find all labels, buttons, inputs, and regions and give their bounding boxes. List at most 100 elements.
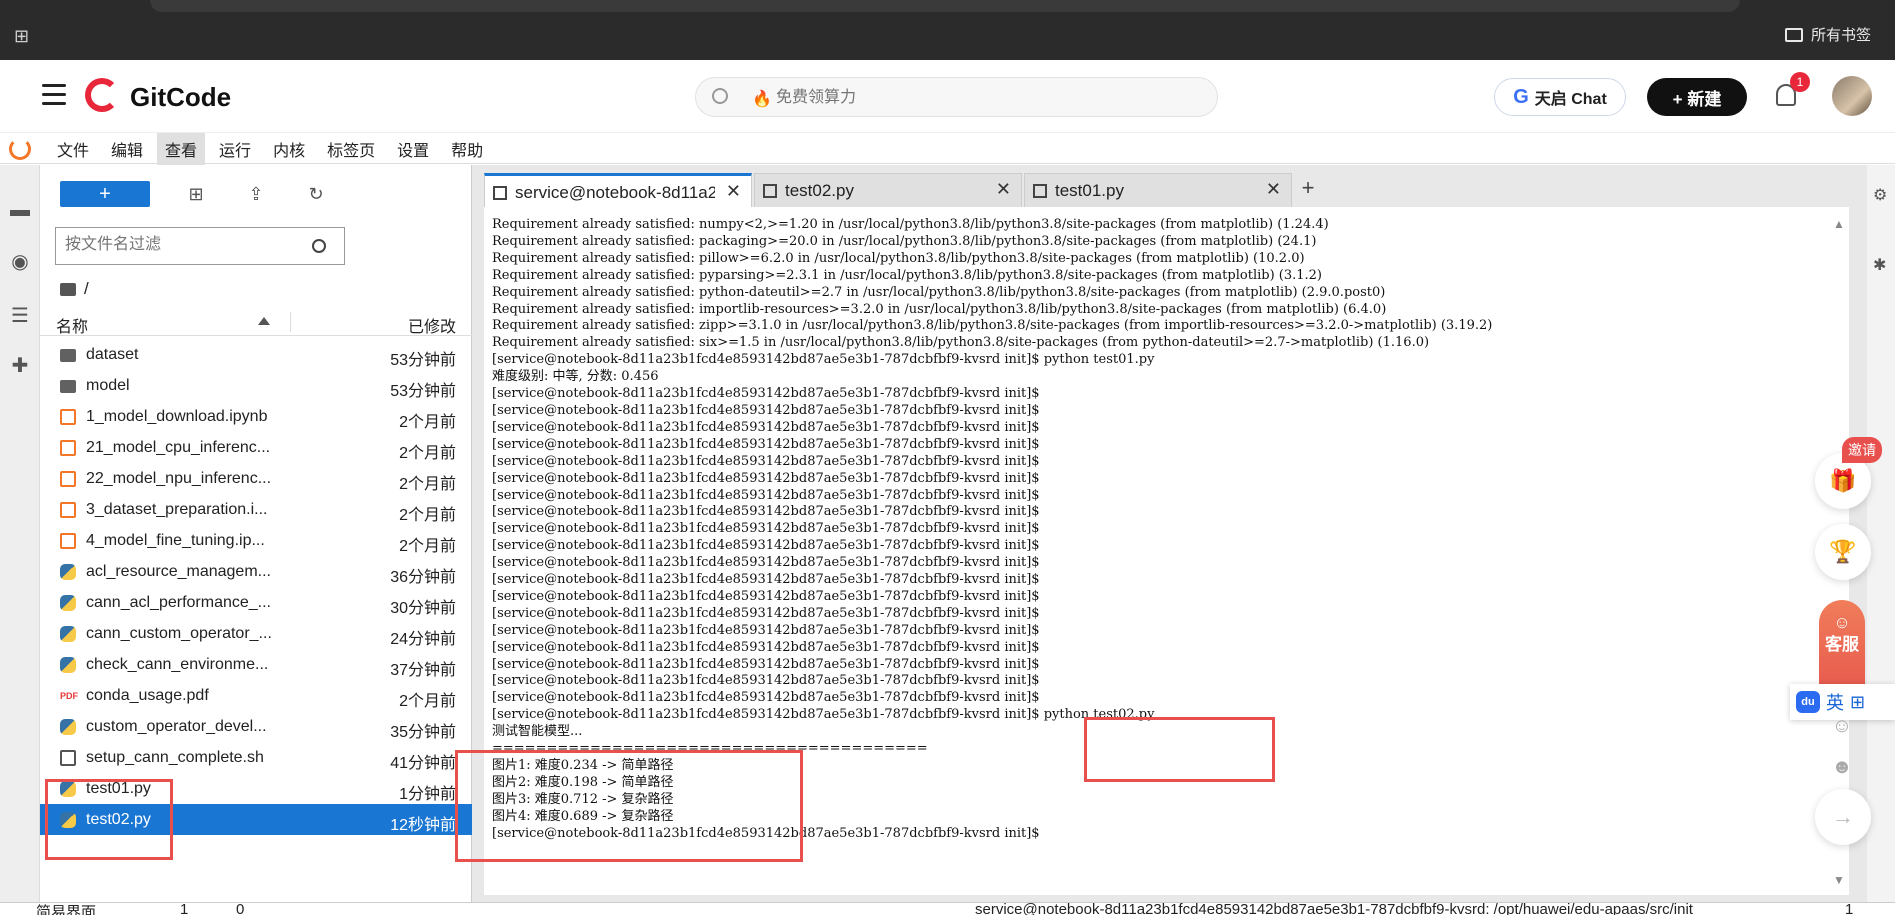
file-row[interactable]: check_cann_environme... 37分钟前 xyxy=(40,649,472,680)
menu-tabs[interactable]: 标签页 xyxy=(319,133,383,165)
file-name: setup_cann_complete.sh xyxy=(86,749,264,766)
terminal-line: [service@notebook-8d11a23b1fcd4e8593142b… xyxy=(492,419,1040,435)
site-search[interactable]: 🔥 xyxy=(695,77,1218,117)
scroll-down-icon[interactable]: ▼ xyxy=(1833,873,1845,887)
file-modified: 53分钟前 xyxy=(390,352,456,369)
terminal-line: Requirement already satisfied: python-da… xyxy=(492,284,1386,300)
gitcode-logo-text[interactable]: GitCode xyxy=(130,82,231,113)
python-icon xyxy=(60,595,76,611)
file-list-header: 名称 已修改 xyxy=(40,308,472,336)
file-filter[interactable] xyxy=(55,227,345,265)
terminal-line: [service@notebook-8d11a23b1fcd4e8593142b… xyxy=(492,639,1040,655)
file-row[interactable]: 22_model_npu_inferenc... 2个月前 xyxy=(40,463,472,494)
close-icon[interactable]: ✕ xyxy=(996,179,1011,200)
pdf-icon: PDF xyxy=(60,691,78,701)
file-row[interactable]: 3_dataset_preparation.i... 2个月前 xyxy=(40,494,472,525)
scroll-up-icon[interactable]: ▲ xyxy=(1833,217,1845,231)
file-row[interactable]: model 53分钟前 xyxy=(40,370,472,401)
menu-edit[interactable]: 编辑 xyxy=(103,133,151,165)
apps-grid-icon[interactable]: ⊞ xyxy=(14,26,34,46)
file-name: conda_usage.pdf xyxy=(86,687,209,704)
file-row[interactable]: cann_acl_performance_... 30分钟前 xyxy=(40,587,472,618)
customer-service-button[interactable]: ☺ 客服 xyxy=(1819,600,1865,690)
file-row[interactable]: PDF conda_usage.pdf 2个月前 xyxy=(40,680,472,711)
file-modified: 37分钟前 xyxy=(390,662,456,679)
browser-url-strip[interactable] xyxy=(150,0,1740,12)
menu-kernel[interactable]: 内核 xyxy=(265,133,313,165)
tab-terminal[interactable]: service@notebook-8d11a2 ✕ xyxy=(484,173,752,207)
smile-icon[interactable]: ☻ xyxy=(1828,753,1856,781)
file-row[interactable]: 4_model_fine_tuning.ip... 2个月前 xyxy=(40,525,472,556)
file-row[interactable]: 1_model_download.ipynb 2个月前 xyxy=(40,401,472,432)
settings-icon[interactable]: ⚙ xyxy=(1873,185,1887,205)
menu-file[interactable]: 文件 xyxy=(49,133,97,165)
folder-icon xyxy=(60,380,76,393)
sort-ascending-icon[interactable] xyxy=(258,317,270,325)
close-icon[interactable]: ✕ xyxy=(726,181,741,202)
new-button[interactable]: + 新建 xyxy=(1647,78,1747,116)
column-modified[interactable]: 已修改 xyxy=(408,313,456,337)
menu-settings[interactable]: 设置 xyxy=(389,133,437,165)
breadcrumb-root[interactable]: / xyxy=(84,279,89,299)
notebook-icon xyxy=(60,440,76,456)
gitcode-logo-icon[interactable] xyxy=(85,78,119,112)
new-launcher-button[interactable]: + xyxy=(60,181,150,207)
close-icon[interactable]: ✕ xyxy=(1266,179,1281,200)
file-icon xyxy=(60,750,76,766)
tab-label: test02.py xyxy=(785,181,854,200)
refresh-icon[interactable]: ↻ xyxy=(302,184,330,205)
tianqi-chat-button[interactable]: G 天启 Chat xyxy=(1494,78,1626,116)
terminal-line: [service@notebook-8d11a23b1fcd4e8593142b… xyxy=(492,470,1040,486)
file-row[interactable]: custom_operator_devel... 35分钟前 xyxy=(40,711,472,742)
face-icon[interactable]: ☺ xyxy=(1828,712,1856,740)
file-row[interactable]: dataset 53分钟前 xyxy=(40,339,472,370)
running-icon[interactable]: ◉ xyxy=(9,251,31,273)
file-row[interactable]: 21_model_cpu_inferenc... 2个月前 xyxy=(40,432,472,463)
browser-top-bar: ⊞ 所有书签 xyxy=(0,0,1895,60)
menu-help[interactable]: 帮助 xyxy=(443,133,491,165)
trophy-icon[interactable]: 🏆 xyxy=(1815,524,1871,580)
extension-icon[interactable]: ✚ xyxy=(9,355,31,377)
terminal-line: [service@notebook-8d11a23b1fcd4e8593142b… xyxy=(492,673,1040,689)
simple-mode-label: 简易界面 xyxy=(36,904,97,915)
file-row[interactable]: cann_custom_operator_... 24分钟前 xyxy=(40,618,472,649)
upload-icon[interactable]: ⇪ xyxy=(242,184,270,205)
menu-view[interactable]: 查看 xyxy=(157,132,206,165)
toc-icon[interactable]: ☰ xyxy=(9,305,31,327)
jupyter-menubar: 文件 编辑 查看 运行 内核 标签页 设置 帮助 xyxy=(0,132,1895,165)
terminal-line: [service@notebook-8d11a23b1fcd4e8593142b… xyxy=(492,555,1040,571)
tab-test01[interactable]: test01.py ✕ xyxy=(1024,173,1292,207)
arrow-right-icon[interactable]: → xyxy=(1815,789,1871,845)
terminal-line: 测试智能模型... xyxy=(492,724,583,740)
bookmarks-folder[interactable]: 所有书签 xyxy=(1785,24,1895,45)
folder-icon xyxy=(60,282,76,296)
debug-icon[interactable]: ✱ xyxy=(1873,255,1886,275)
notebook-icon xyxy=(60,409,76,425)
python-icon xyxy=(60,626,76,642)
site-search-input[interactable] xyxy=(776,84,1196,112)
folder-icon[interactable]: ▬ xyxy=(9,199,31,221)
file-filter-input[interactable] xyxy=(56,228,296,262)
python-icon xyxy=(60,564,76,580)
baidu-logo-icon: du xyxy=(1796,691,1820,713)
invite-badge[interactable]: 邀请 xyxy=(1842,437,1882,463)
terminal-line: [service@notebook-8d11a23b1fcd4e8593142b… xyxy=(492,487,1040,503)
tab-test02[interactable]: test02.py ✕ xyxy=(754,173,1022,207)
avatar[interactable] xyxy=(1832,76,1872,116)
terminal-line: [service@notebook-8d11a23b1fcd4e8593142b… xyxy=(492,402,1040,418)
column-name[interactable]: 名称 xyxy=(56,313,88,337)
file-row[interactable]: setup_cann_complete.sh 41分钟前 xyxy=(40,742,472,773)
grid-icon[interactable]: ⊞ xyxy=(1850,692,1865,713)
terminal-line: [service@notebook-8d11a23b1fcd4e8593142b… xyxy=(492,588,1040,604)
add-tab-icon[interactable]: + xyxy=(1294,173,1322,207)
file-browser-toolbar: + ⊞ ⇪ ↻ xyxy=(60,181,330,207)
file-icon xyxy=(763,184,777,198)
site-header: GitCode 🔥 G 天启 Chat + 新建 1 xyxy=(0,60,1895,133)
breadcrumb[interactable]: / xyxy=(60,279,89,299)
file-row[interactable]: acl_resource_managem... 36分钟前 xyxy=(40,556,472,587)
menu-run[interactable]: 运行 xyxy=(211,133,259,165)
terminal-line: Requirement already satisfied: numpy<2,>… xyxy=(492,217,1329,232)
file-modified: 41分钟前 xyxy=(390,755,456,772)
new-folder-icon[interactable]: ⊞ xyxy=(182,184,210,205)
hamburger-menu-icon[interactable] xyxy=(42,84,66,106)
